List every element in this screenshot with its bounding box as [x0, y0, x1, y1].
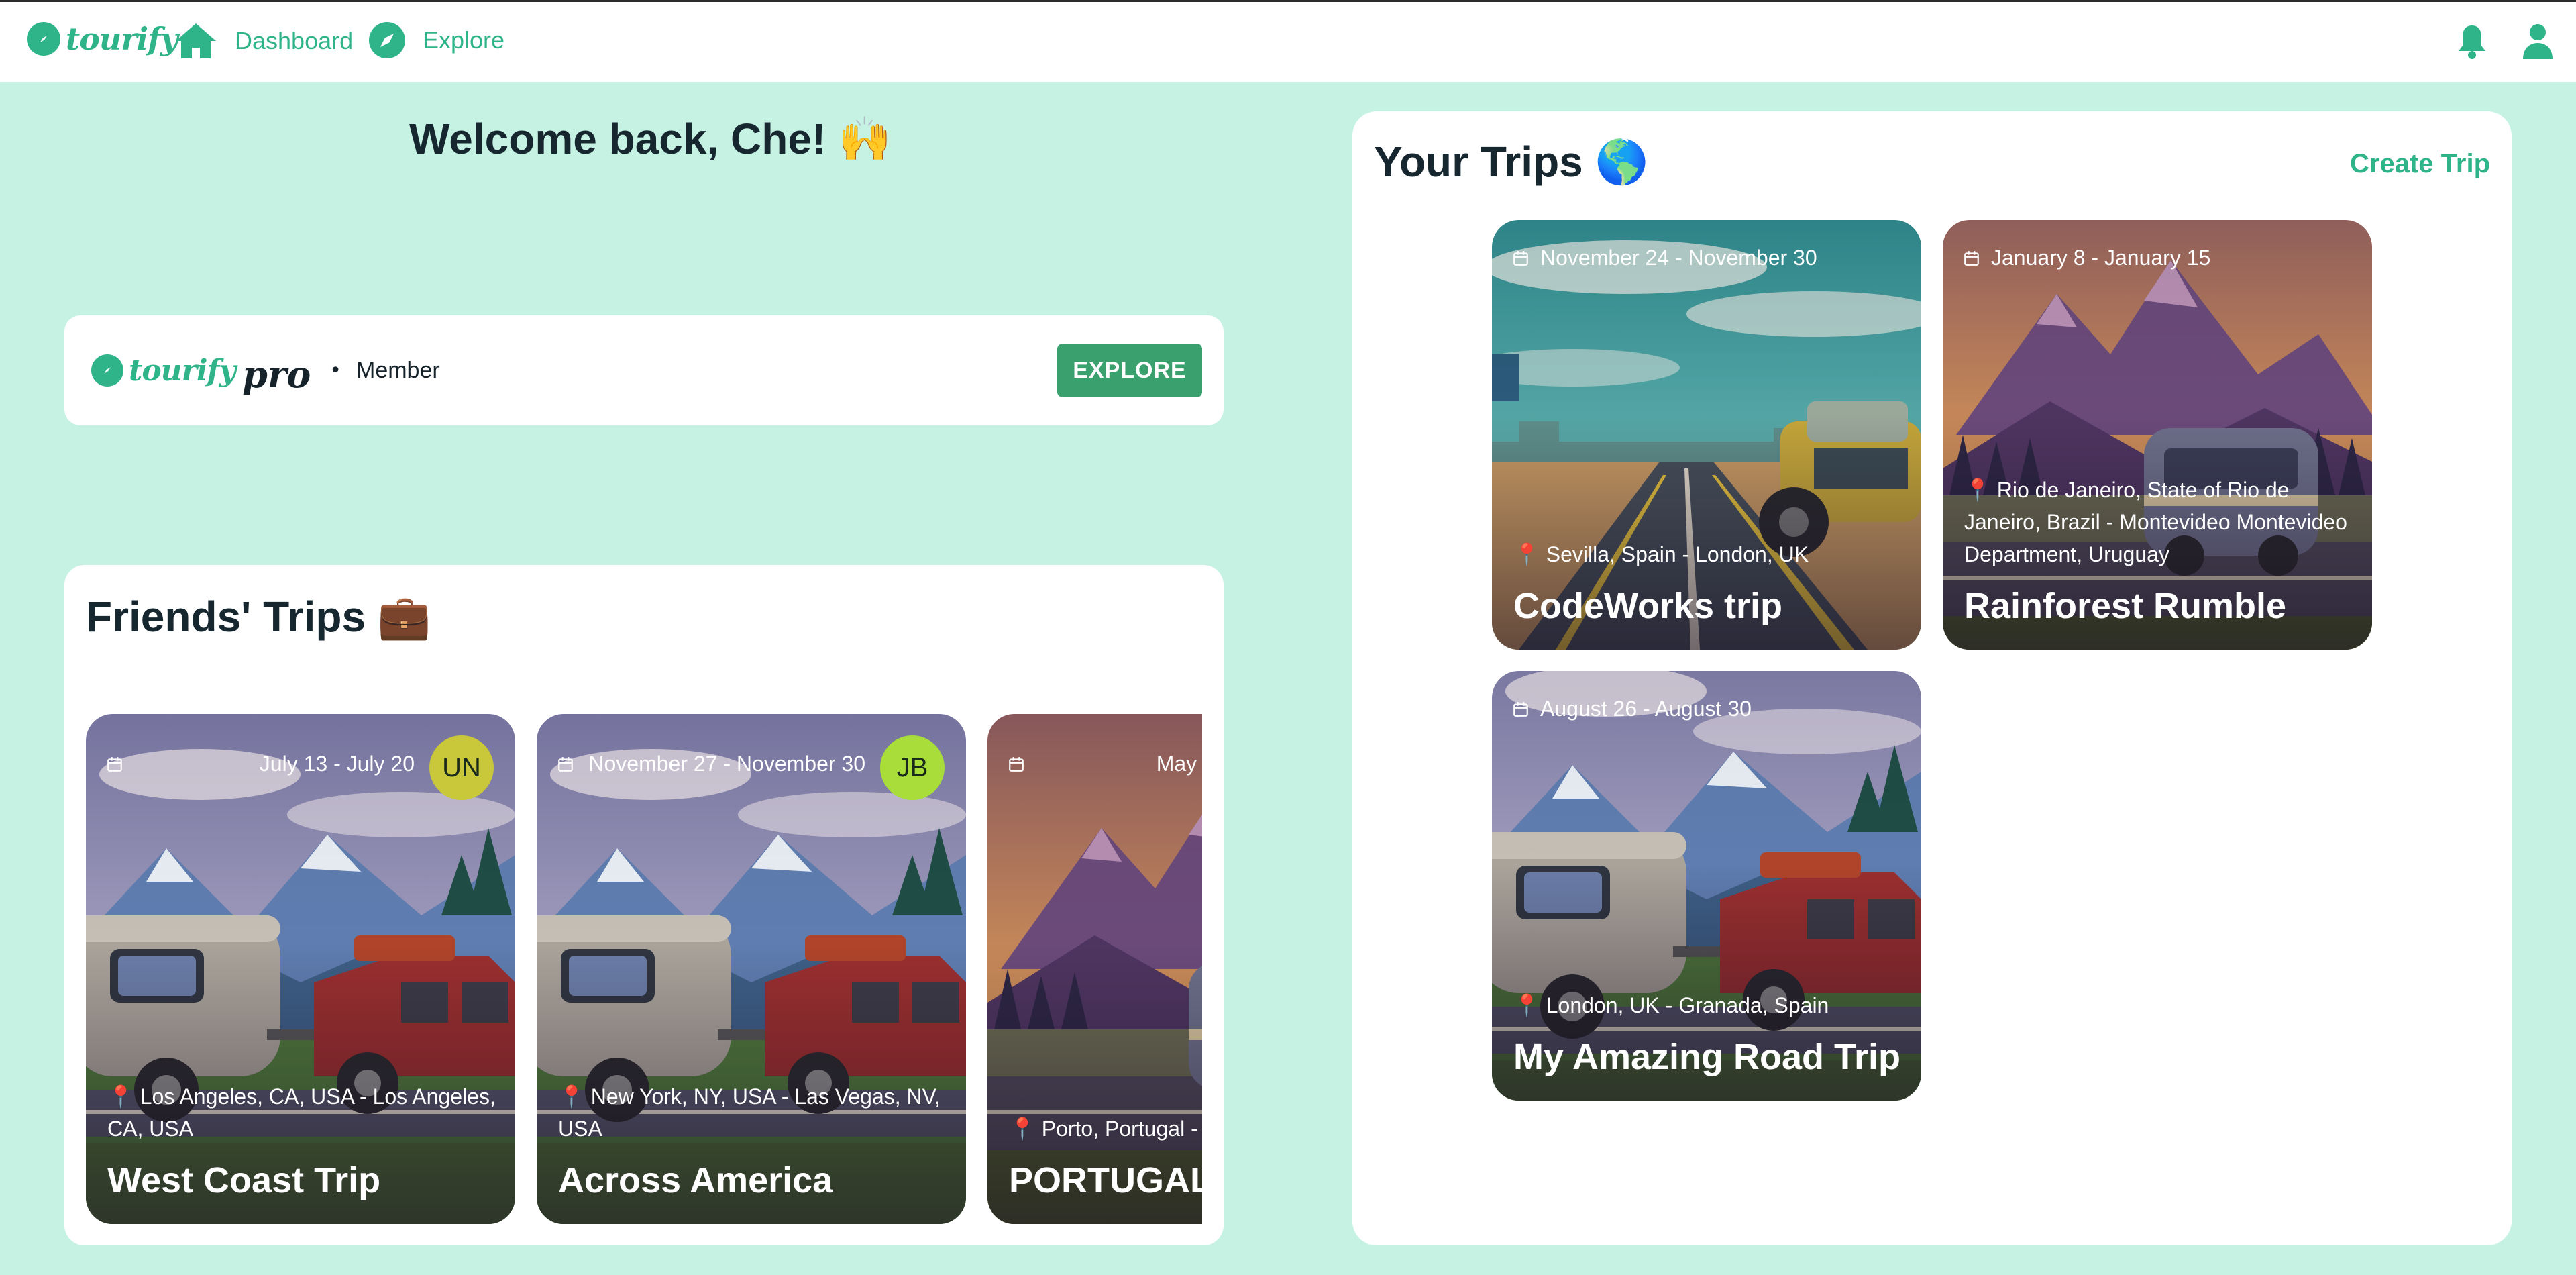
friends-trips-title: Friends' Trips 💼 — [86, 593, 431, 641]
welcome-heading: Welcome back, Che! 🙌 — [409, 115, 892, 163]
brand-name: tourify — [66, 21, 178, 57]
pro-word: pro — [242, 353, 311, 396]
your-trips-panel: Your Trips 🌎 Create Trip November 24 - N… — [1352, 111, 2512, 1245]
compass-icon — [369, 22, 405, 58]
trip-name: My Amazing Road Trip — [1513, 1037, 1901, 1077]
trip-date-text: January 8 - January 15 — [1991, 246, 2211, 270]
nav-explore-link[interactable]: Explore — [369, 22, 504, 58]
compass-icon — [27, 22, 60, 56]
trip-date: November 24 - November 30 — [1512, 246, 1888, 270]
trip-card[interactable]: August 26 - August 30 📍 London, UK - Gran… — [1492, 671, 1921, 1101]
trip-route: 📍 Rio de Janeiro, State of Rio de Janeir… — [1964, 478, 2347, 566]
separator-dot: • — [329, 358, 341, 382]
nav-dashboard-link[interactable]: Dashboard — [174, 22, 353, 60]
notifications-bell-icon[interactable] — [2453, 22, 2491, 61]
pro-logo: tourify pro — [91, 349, 311, 396]
trip-name: Across America — [558, 1160, 833, 1201]
calendar-icon — [1512, 250, 1529, 267]
trip-date-text: November 24 - November 30 — [1540, 246, 1817, 270]
explore-button[interactable]: EXPLORE — [1057, 344, 1202, 397]
trip-date: July 13 - July 20 — [106, 752, 482, 776]
trip-name: Rainforest Rumble — [1964, 586, 2287, 626]
nav-dashboard-label: Dashboard — [235, 27, 354, 54]
create-trip-button[interactable]: Create Trip — [2350, 149, 2490, 179]
trip-card[interactable]: November 24 - November 30 📍 Sevilla, Spai… — [1492, 220, 1921, 650]
calendar-icon — [557, 756, 574, 773]
your-trips-title: Your Trips 🌎 — [1374, 138, 1649, 186]
home-icon — [174, 22, 217, 60]
calendar-icon — [106, 756, 123, 773]
trip-date: August 26 - August 30 — [1512, 697, 1888, 721]
trip-name: CodeWorks trip — [1513, 586, 1783, 626]
nav-explore-label: Explore — [423, 26, 505, 54]
trip-date-text: August 26 - August 30 — [1540, 697, 1752, 721]
membership-status: Member — [356, 357, 440, 383]
user-profile-icon[interactable] — [2518, 22, 2557, 61]
trip-card[interactable]: January 8 - January 15 📍 Rio de Janeiro, … — [1943, 220, 2372, 650]
trip-name: PORTUGAL — [1009, 1160, 1202, 1201]
trip-date: November 27 - November 30 — [557, 752, 932, 776]
trip-card[interactable]: May 14 - May 21 📍 Porto, Portugal - Porto… — [987, 714, 1202, 1224]
trip-name: West Coast Trip — [107, 1160, 381, 1201]
pro-brand-name: tourify — [129, 353, 236, 388]
trip-route: 📍 Sevilla, Spain - London, UK — [1513, 542, 1809, 566]
top-navbar: tourify Dashboard Explore — [0, 0, 2576, 82]
compass-icon — [91, 354, 123, 387]
calendar-icon — [1512, 701, 1529, 718]
trip-date: January 8 - January 15 — [1963, 246, 2339, 270]
trip-date-text: May 14 - May 21 — [1156, 752, 1202, 776]
pro-membership-card: tourify pro • Member EXPLORE — [64, 315, 1224, 425]
calendar-icon — [1008, 756, 1025, 773]
brand-logo[interactable]: tourify — [27, 21, 178, 57]
trip-card[interactable]: July 13 - July 20 UN 📍 Los Angeles, CA, US… — [86, 714, 515, 1224]
friends-trips-carousel[interactable]: July 13 - July 20 UN 📍 Los Angeles, CA, US… — [86, 714, 1202, 1224]
trip-owner-avatar[interactable]: UN — [429, 735, 494, 800]
trip-owner-avatar[interactable]: JB — [880, 735, 945, 800]
friends-trips-panel: Friends' Trips 💼 July 13 - July 20 UN 📍 … — [64, 565, 1224, 1245]
card-overlay — [987, 714, 1202, 1224]
trip-route: 📍 Los Angeles, CA, USA - Los Angeles, CA… — [107, 1084, 496, 1141]
trip-route: 📍 London, UK - Granada, Spain — [1513, 993, 1829, 1017]
trip-route: 📍 New York, NY, USA - Las Vegas, NV, USA — [558, 1084, 941, 1141]
trip-route: 📍 Porto, Portugal - Porto, Portugal — [1009, 1117, 1202, 1141]
trip-date: May 14 - May 21 — [1008, 752, 1202, 776]
calendar-icon — [1963, 250, 1980, 267]
your-trips-grid: November 24 - November 30 📍 Sevilla, Spai… — [1492, 220, 2372, 1101]
trip-card[interactable]: November 27 - November 30 JB 📍 New York, N… — [537, 714, 966, 1224]
